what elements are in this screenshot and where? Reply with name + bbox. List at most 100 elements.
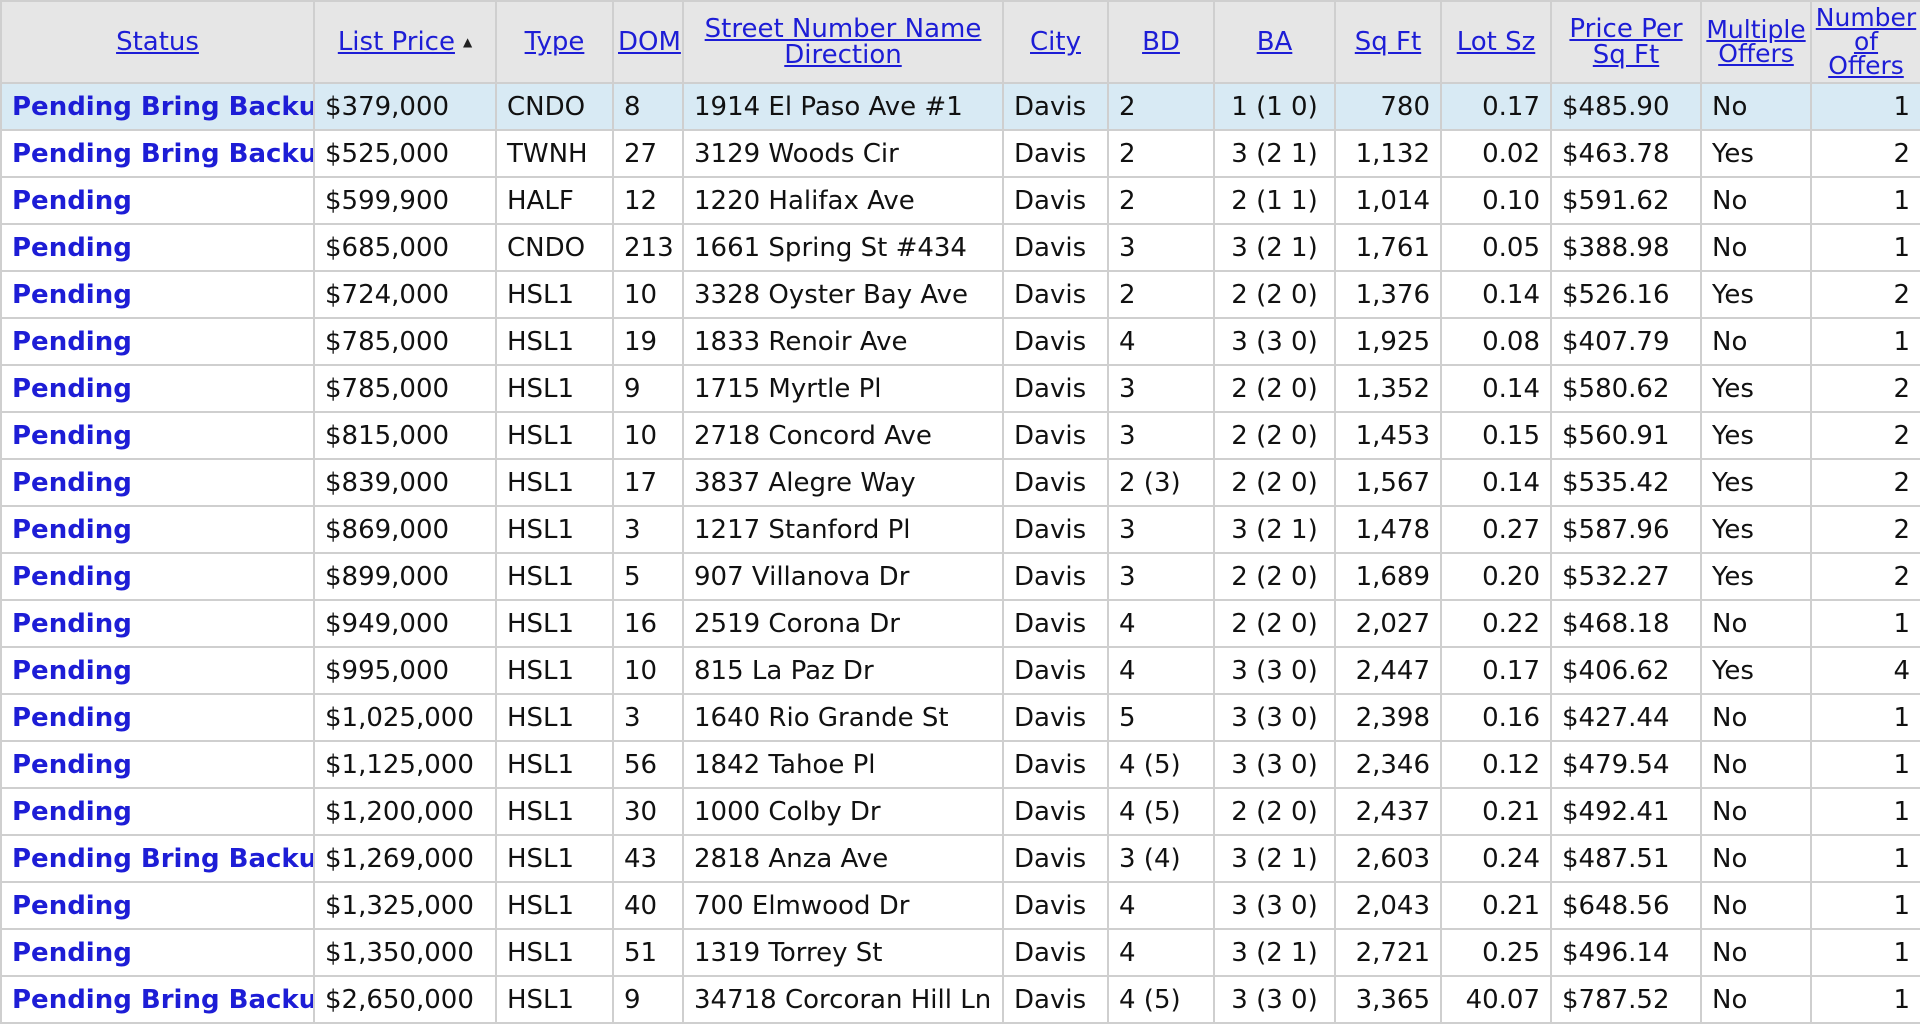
status-link[interactable]: Pending	[12, 938, 132, 968]
sort-link-multiple-offers[interactable]: Multiple Offers	[1706, 15, 1805, 68]
status-link[interactable]: Pending	[12, 750, 132, 780]
status-cell[interactable]: Pending	[0, 364, 315, 413]
status-cell[interactable]: Pending	[0, 317, 315, 366]
status-cell[interactable]: Pending	[0, 881, 315, 930]
price-per-sqft-cell: $487.51	[1550, 834, 1702, 883]
status-cell[interactable]: Pending	[0, 646, 315, 695]
table-row[interactable]: Pending Bring Backup $1,269,000 HSL1 43 2818…	[0, 834, 1920, 883]
sort-link-status[interactable]: Status	[116, 27, 199, 57]
status-cell[interactable]: Pending Bring Backup	[0, 975, 315, 1024]
column-header-status[interactable]: Status	[0, 0, 315, 84]
status-link[interactable]: Pending	[12, 421, 132, 451]
status-link[interactable]: Pending Bring Backup	[12, 92, 312, 122]
status-cell[interactable]: Pending Bring Backup	[0, 834, 315, 883]
status-link[interactable]: Pending Bring Backup	[12, 985, 312, 1015]
table-row[interactable]: Pending $1,025,000 HSL1 3 1640 Rio Grande St…	[0, 693, 1920, 742]
table-row[interactable]: Pending $839,000 HSL1 17 3837 Alegre Way Davi…	[0, 458, 1920, 507]
table-row[interactable]: Pending $1,200,000 HSL1 30 1000 Colby Dr Davi…	[0, 787, 1920, 836]
table-row[interactable]: Pending $949,000 HSL1 16 2519 Corona Dr Davis…	[0, 599, 1920, 648]
sort-link-type[interactable]: Type	[525, 27, 585, 57]
status-cell[interactable]: Pending	[0, 928, 315, 977]
table-row[interactable]: Pending Bring Backup $2,650,000 HSL1 9 34718…	[0, 975, 1920, 1024]
status-cell[interactable]: Pending	[0, 411, 315, 460]
status-link[interactable]: Pending	[12, 797, 132, 827]
city-cell: Davis	[1002, 458, 1109, 507]
status-link[interactable]: Pending	[12, 186, 132, 216]
sort-link-bd[interactable]: BD	[1142, 27, 1180, 57]
column-header-bd[interactable]: BD	[1107, 0, 1215, 84]
dom-cell: 12	[612, 176, 684, 225]
sort-link-dom[interactable]: DOM	[618, 27, 681, 57]
status-link[interactable]: Pending	[12, 233, 132, 263]
sort-link-street[interactable]: Street Number Name Direction	[705, 14, 982, 70]
dom-cell: 30	[612, 787, 684, 836]
status-link[interactable]: Pending	[12, 468, 132, 498]
status-link[interactable]: Pending Bring Backup	[12, 844, 312, 874]
table-row[interactable]: Pending $995,000 HSL1 10 815 La Paz Dr Davis 4…	[0, 646, 1920, 695]
table-row[interactable]: Pending $899,000 HSL1 5 907 Villanova Dr Davi…	[0, 552, 1920, 601]
status-cell[interactable]: Pending	[0, 176, 315, 225]
table-row[interactable]: Pending $785,000 HSL1 19 1833 Renoir Ave Davi…	[0, 317, 1920, 366]
status-cell[interactable]: Pending	[0, 223, 315, 272]
number-of-offers-cell: 1	[1810, 317, 1920, 366]
price-per-sqft-cell: $580.62	[1550, 364, 1702, 413]
status-link[interactable]: Pending	[12, 703, 132, 733]
status-cell[interactable]: Pending	[0, 552, 315, 601]
status-link[interactable]: Pending	[12, 374, 132, 404]
table-row[interactable]: Pending $785,000 HSL1 9 1715 Myrtle Pl Davis 3…	[0, 364, 1920, 413]
status-link[interactable]: Pending Bring Backup	[12, 139, 312, 169]
column-header-street[interactable]: Street Number Name Direction	[682, 0, 1004, 84]
table-row[interactable]: Pending Bring Backup $379,000 CNDO 8 1914 El…	[0, 82, 1920, 131]
column-header-city[interactable]: City	[1002, 0, 1109, 84]
table-row[interactable]: Pending $724,000 HSL1 10 3328 Oyster Bay Ave…	[0, 270, 1920, 319]
sort-link-city[interactable]: City	[1030, 27, 1081, 57]
bd-cell: 2	[1107, 129, 1215, 178]
status-link[interactable]: Pending	[12, 327, 132, 357]
sort-link-price-per-sqft[interactable]: Price Per Sq Ft	[1569, 14, 1682, 70]
column-header-list-price[interactable]: List Price ▲	[313, 0, 497, 84]
list-price-cell: $1,325,000	[313, 881, 497, 930]
status-cell[interactable]: Pending Bring Backup	[0, 82, 315, 131]
table-row[interactable]: Pending $1,325,000 HSL1 40 700 Elmwood Dr Dav…	[0, 881, 1920, 930]
sort-link-ba[interactable]: BA	[1257, 27, 1293, 57]
sort-link-sqft[interactable]: Sq Ft	[1355, 27, 1421, 57]
column-header-price-per-sqft[interactable]: Price Per Sq Ft	[1550, 0, 1702, 84]
column-header-dom[interactable]: DOM	[612, 0, 684, 84]
table-row[interactable]: Pending $599,900 HALF 12 1220 Halifax Ave Dav…	[0, 176, 1920, 225]
status-cell[interactable]: Pending	[0, 458, 315, 507]
status-link[interactable]: Pending	[12, 515, 132, 545]
status-link[interactable]: Pending	[12, 562, 132, 592]
column-header-type[interactable]: Type	[495, 0, 614, 84]
table-row[interactable]: Pending $1,125,000 HSL1 56 1842 Tahoe Pl Davi…	[0, 740, 1920, 789]
column-header-ba[interactable]: BA	[1213, 0, 1336, 84]
status-cell[interactable]: Pending	[0, 740, 315, 789]
list-price-cell: $724,000	[313, 270, 497, 319]
list-price-cell: $785,000	[313, 317, 497, 366]
sort-link-list-price[interactable]: List Price	[338, 27, 455, 57]
type-cell: HSL1	[495, 505, 614, 554]
status-cell[interactable]: Pending	[0, 270, 315, 319]
table-row[interactable]: Pending $869,000 HSL1 3 1217 Stanford Pl Davi…	[0, 505, 1920, 554]
street-cell: 1640 Rio Grande St	[682, 693, 1004, 742]
status-link[interactable]: Pending	[12, 609, 132, 639]
sort-link-number-of-offers[interactable]: Number of Offers	[1816, 3, 1916, 80]
status-cell[interactable]: Pending Bring Backup	[0, 129, 315, 178]
sort-link-lot-size[interactable]: Lot Sz	[1457, 27, 1536, 57]
status-cell[interactable]: Pending	[0, 505, 315, 554]
status-cell[interactable]: Pending	[0, 693, 315, 742]
status-link[interactable]: Pending	[12, 280, 132, 310]
column-header-lot-size[interactable]: Lot Sz	[1440, 0, 1552, 84]
ba-cell: 2 (2 0)	[1213, 270, 1336, 319]
table-row[interactable]: Pending Bring Backup $525,000 TWNH 27 3129 W…	[0, 129, 1920, 178]
table-row[interactable]: Pending $815,000 HSL1 10 2718 Concord Ave Dav…	[0, 411, 1920, 460]
status-cell[interactable]: Pending	[0, 787, 315, 836]
table-row[interactable]: Pending $1,350,000 HSL1 51 1319 Torrey St Dav…	[0, 928, 1920, 977]
status-cell[interactable]: Pending	[0, 599, 315, 648]
column-header-multiple-offers[interactable]: Multiple Offers	[1700, 0, 1812, 84]
column-header-sqft[interactable]: Sq Ft	[1334, 0, 1442, 84]
table-row[interactable]: Pending $685,000 CNDO 213 1661 Spring St #43…	[0, 223, 1920, 272]
status-link[interactable]: Pending	[12, 891, 132, 921]
street-cell: 907 Villanova Dr	[682, 552, 1004, 601]
status-link[interactable]: Pending	[12, 656, 132, 686]
column-header-number-of-offers[interactable]: Number of Offers	[1810, 0, 1920, 84]
